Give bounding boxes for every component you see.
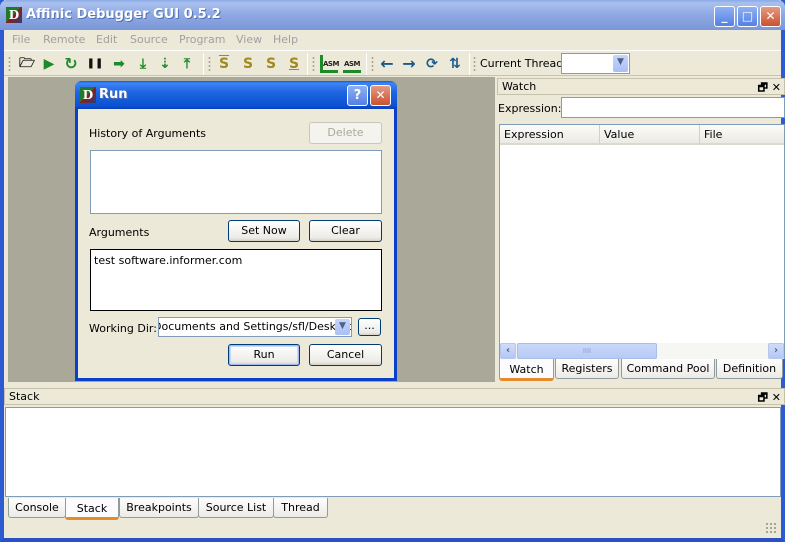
stack-up-icon[interactable]: S	[239, 55, 257, 73]
tab-stack[interactable]: Stack	[65, 498, 119, 520]
toolbar-grip[interactable]	[208, 56, 211, 72]
asm-step-over-icon[interactable]: ASM	[343, 55, 361, 73]
current-thread-select[interactable]: ▼	[561, 53, 630, 74]
tab-console[interactable]: Console	[8, 498, 66, 518]
tab-watch[interactable]: Watch	[499, 359, 554, 381]
history-list[interactable]	[90, 150, 382, 214]
dialog-titlebar[interactable]: D Run ? ✕	[75, 81, 397, 109]
toolbar-separator	[469, 53, 470, 75]
menu-file[interactable]: File	[12, 33, 30, 46]
minimize-button[interactable]: _	[714, 6, 735, 27]
back-icon[interactable]: ←	[378, 55, 396, 73]
tab-breakpoints[interactable]: Breakpoints	[119, 498, 199, 518]
scroll-right-button[interactable]: ›	[768, 343, 784, 359]
close-button[interactable]: ✕	[760, 6, 781, 27]
current-thread-label: Current Thread:	[480, 57, 567, 70]
expression-input[interactable]	[561, 97, 785, 118]
column-header-value[interactable]: Value	[600, 125, 700, 145]
working-dir-value: Documents and Settings/sfl/Desktop	[158, 320, 352, 333]
run-button[interactable]: Run	[228, 344, 300, 366]
run-dialog: D Run ? ✕ History of Arguments Delete Ar…	[75, 81, 397, 381]
watch-table: Expression Value File ‹ IIII ›	[499, 124, 785, 359]
column-header-expression[interactable]: Expression	[500, 125, 600, 145]
stack-top-icon[interactable]: S	[215, 55, 233, 73]
maximize-button[interactable]: □	[737, 6, 758, 27]
stack-panel-controls: 🗗 ✕	[758, 389, 781, 408]
working-dir-select[interactable]: Documents and Settings/sfl/Desktop ▼	[158, 317, 352, 337]
close-icon[interactable]: ✕	[772, 391, 781, 404]
menu-program[interactable]: Program	[179, 33, 225, 46]
menu-source[interactable]: Source	[130, 33, 168, 46]
continue-icon[interactable]: ➡	[110, 55, 128, 73]
toolbar-grip[interactable]	[8, 56, 11, 72]
dialog-close-button[interactable]: ✕	[370, 85, 391, 106]
arguments-label: Arguments	[89, 226, 150, 239]
step-into-icon[interactable]: ⤓	[134, 55, 152, 73]
float-icon[interactable]: 🗗	[758, 391, 768, 404]
asm-step-into-icon[interactable]: ASM	[320, 55, 339, 73]
menu-view[interactable]: View	[236, 33, 262, 46]
app-logo-icon: D	[6, 7, 22, 23]
toolbar-grip[interactable]	[473, 56, 476, 72]
tab-command-pool[interactable]: Command Pool	[621, 359, 715, 379]
set-now-button[interactable]: Set Now	[228, 220, 300, 242]
dialog-title: Run	[99, 87, 128, 102]
chevron-down-icon[interactable]: ▼	[613, 55, 628, 72]
toolbar-grip[interactable]	[312, 56, 315, 72]
menu-remote[interactable]: Remote	[43, 33, 85, 46]
stack-bottom-icon[interactable]: S	[285, 55, 303, 73]
dialog-logo-icon: D	[80, 87, 96, 103]
arguments-input[interactable]: test software.informer.com	[90, 249, 382, 311]
stack-down-icon[interactable]: S	[262, 55, 280, 73]
toolbar: 🗁 ▶ ↻ ❚❚ ➡ ⤓ ⇣ ⤒ S S S S ASM ASM ← → ⟳ ⇅…	[4, 50, 781, 76]
watch-panel-header: Watch 🗗 ✕	[497, 78, 785, 95]
step-over-icon[interactable]: ⇣	[156, 55, 174, 73]
tab-thread[interactable]: Thread	[273, 498, 328, 518]
browse-button[interactable]: ...	[358, 318, 381, 336]
menu-edit[interactable]: Edit	[96, 33, 117, 46]
horizontal-scrollbar[interactable]: ‹ IIII ›	[500, 343, 784, 359]
column-header-file[interactable]: File	[700, 125, 784, 145]
forward-icon[interactable]: →	[400, 55, 418, 73]
restart-icon[interactable]: ↻	[62, 55, 80, 73]
scroll-left-button[interactable]: ‹	[500, 343, 516, 359]
run-to-cursor-icon[interactable]: ⟳	[423, 55, 441, 73]
pause-icon[interactable]: ❚❚	[86, 55, 104, 73]
tab-source-list[interactable]: Source List	[198, 498, 274, 518]
resize-grip[interactable]	[765, 522, 777, 534]
delete-button[interactable]: Delete	[309, 122, 382, 144]
tab-registers[interactable]: Registers	[555, 359, 619, 379]
history-label: History of Arguments	[89, 127, 207, 140]
jump-icon[interactable]: ⇅	[446, 55, 464, 73]
menu-bar: File Remote Edit Source Program View Hel…	[4, 30, 781, 50]
app-titlebar[interactable]: D Affinic Debugger GUI 0.5.2 _ □ ✕	[0, 0, 785, 30]
watch-panel-controls: 🗗 ✕	[758, 79, 781, 98]
stack-list	[5, 407, 781, 497]
scroll-thumb[interactable]: IIII	[517, 343, 657, 359]
expression-label: Expression:	[498, 102, 562, 115]
clear-button[interactable]: Clear	[309, 220, 382, 242]
watch-panel-title: Watch	[502, 80, 537, 93]
help-button[interactable]: ?	[347, 85, 368, 106]
float-icon[interactable]: 🗗	[758, 81, 768, 94]
cancel-button[interactable]: Cancel	[309, 344, 382, 366]
toolbar-separator	[203, 53, 204, 75]
run-icon[interactable]: ▶	[40, 55, 58, 73]
tab-definition[interactable]: Definition	[716, 359, 783, 379]
chevron-down-icon[interactable]: ▼	[335, 319, 350, 335]
app-title: Affinic Debugger GUI 0.5.2	[26, 7, 221, 22]
toolbar-grip[interactable]	[371, 56, 374, 72]
stack-panel-title: Stack	[9, 390, 40, 403]
toolbar-separator	[366, 53, 367, 75]
close-icon[interactable]: ✕	[772, 81, 781, 94]
stack-panel-header: Stack 🗗 ✕	[4, 388, 785, 405]
step-out-icon[interactable]: ⤒	[178, 55, 196, 73]
toolbar-separator	[307, 53, 308, 75]
working-dir-label: Working Dir:	[89, 322, 157, 335]
menu-help[interactable]: Help	[273, 33, 298, 46]
open-folder-icon[interactable]: 🗁	[18, 55, 36, 73]
